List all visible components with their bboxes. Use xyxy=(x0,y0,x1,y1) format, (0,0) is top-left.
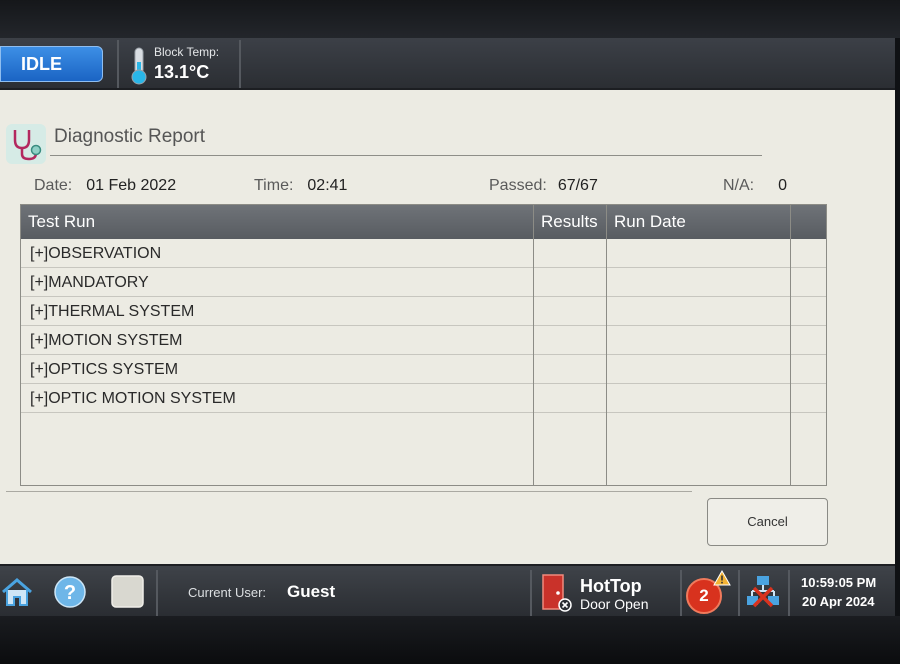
divider xyxy=(788,570,790,616)
passed-value: 67/67 xyxy=(557,177,598,194)
warning-icon xyxy=(713,570,731,586)
current-user-label: Current User: xyxy=(188,585,267,600)
na-label: N/A: xyxy=(723,177,755,194)
report-passed: Passed: 67/67 xyxy=(489,177,598,195)
table-row[interactable]: [+]MANDATORY xyxy=(21,268,826,297)
report-na: N/A: 0 xyxy=(723,177,787,195)
block-temp-value: 13.1°C xyxy=(154,62,210,82)
column-header-run-date[interactable]: Run Date xyxy=(614,205,686,239)
divider xyxy=(530,570,532,616)
thermometer-icon xyxy=(131,47,147,85)
footer-divider xyxy=(6,491,692,492)
door-status-title: HotTop xyxy=(580,576,642,596)
table-row[interactable]: [+]OBSERVATION xyxy=(21,239,826,268)
help-icon[interactable]: ? xyxy=(53,575,87,609)
network-icon[interactable] xyxy=(746,574,780,612)
row-label: [+]OPTIC MOTION SYSTEM xyxy=(30,390,236,407)
device-bezel-top xyxy=(0,0,900,38)
door-icon[interactable] xyxy=(540,573,574,613)
time-label: Time: xyxy=(254,177,294,194)
table-row[interactable]: [+]OPTICS SYSTEM xyxy=(21,355,826,384)
table-row[interactable]: [+]OPTIC MOTION SYSTEM xyxy=(21,384,826,413)
title-divider xyxy=(50,155,762,156)
column-header-results[interactable]: Results xyxy=(541,205,598,239)
row-label: [+]MANDATORY xyxy=(30,274,149,291)
status-idle-button[interactable]: IDLE xyxy=(0,46,103,82)
report-time: Time: 02:41 xyxy=(254,177,347,195)
date-label: Date: xyxy=(34,177,73,194)
divider xyxy=(738,570,740,616)
blank-tile-icon[interactable] xyxy=(111,575,144,608)
column-divider xyxy=(790,205,791,485)
home-icon[interactable] xyxy=(0,575,34,609)
column-header-test-run[interactable]: Test Run xyxy=(28,205,95,239)
block-temp-label: Block Temp: xyxy=(154,45,220,59)
row-label: [+]OPTICS SYSTEM xyxy=(30,361,179,378)
table-row[interactable]: [+]MOTION SYSTEM xyxy=(21,326,826,355)
divider xyxy=(680,570,682,616)
cancel-button[interactable]: Cancel xyxy=(707,498,828,546)
row-label: [+]MOTION SYSTEM xyxy=(30,332,183,349)
na-value: 0 xyxy=(778,177,788,194)
current-user-value[interactable]: Guest xyxy=(287,582,335,602)
row-label: [+]THERMAL SYSTEM xyxy=(30,303,195,320)
table-row[interactable]: [+]THERMAL SYSTEM xyxy=(21,297,826,326)
screen: IDLE Block Temp: 13.1°C Diagnostic Repor… xyxy=(0,38,895,616)
clock-time: 10:59:05 PM xyxy=(801,575,877,590)
column-divider xyxy=(533,205,534,485)
stethoscope-icon xyxy=(6,124,46,164)
door-status-text: Door Open xyxy=(580,596,649,612)
row-label: [+]OBSERVATION xyxy=(30,245,162,262)
clock-date: 20 Apr 2024 xyxy=(802,594,875,609)
date-value: 01 Feb 2022 xyxy=(86,177,177,194)
test-run-table: Test Run Results Run Date [+]OBSERVATION… xyxy=(20,204,827,486)
divider xyxy=(239,40,241,88)
divider xyxy=(156,570,158,616)
divider xyxy=(117,40,119,88)
time-value: 02:41 xyxy=(307,177,348,194)
top-status-bar: IDLE Block Temp: 13.1°C xyxy=(0,38,895,90)
table-header: Test Run Results Run Date xyxy=(21,205,826,239)
page-title: Diagnostic Report xyxy=(54,126,206,147)
column-divider xyxy=(606,205,607,485)
report-date: Date: 01 Feb 2022 xyxy=(34,177,176,195)
passed-label: Passed: xyxy=(489,177,547,194)
device-bezel-bottom xyxy=(0,616,900,664)
svg-text:?: ? xyxy=(64,582,76,604)
bottom-taskbar: ? Current User: Guest HotTop Door Open 2 xyxy=(0,564,895,616)
